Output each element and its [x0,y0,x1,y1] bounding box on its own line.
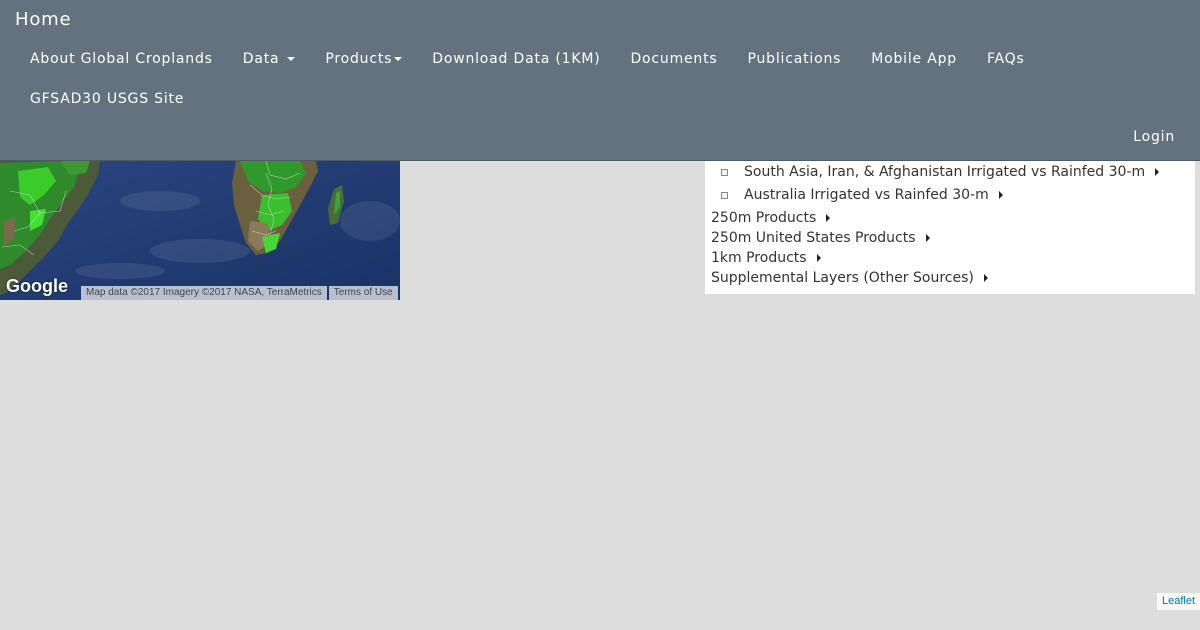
nav-download-data[interactable]: Download Data (1KM) [417,51,615,67]
layer-group-supplemental[interactable]: Supplemental Layers (Other Sources) [711,269,988,287]
leaflet-attribution-link[interactable]: Leaflet [1156,593,1200,610]
layer-item-australia[interactable]: Australia Irrigated vs Rainfed 30-m [721,186,1003,204]
nav-mobile-app[interactable]: Mobile App [856,51,972,67]
caret-right-icon [816,254,821,262]
caret-right-icon [925,234,930,242]
caret-right-icon [983,274,988,282]
nav-gfsad30-usgs-site[interactable]: GFSAD30 USGS Site [15,91,199,107]
layer-item-label: Australia Irrigated vs Rainfed 30-m [744,187,989,203]
caret-right-icon [826,214,831,222]
caret-down-icon [287,57,296,61]
terms-of-use-link[interactable]: Terms of Use [328,286,398,300]
nav-faqs-label: FAQs [986,51,1025,67]
navbar: Home About Global Croplands Data Product… [0,0,1200,161]
layer-group-label: 1km Products [711,250,807,266]
nav-download-label: Download Data (1KM) [432,51,601,67]
nav-documents[interactable]: Documents [615,51,732,67]
nav-row-secondary: GFSAD30 USGS Site [15,89,199,109]
nav-products-label: Products [325,51,393,67]
layer-group-250m-products[interactable]: 250m Products [711,209,831,227]
nav-gfsad30-label: GFSAD30 USGS Site [30,91,185,107]
login-link[interactable]: Login [1133,129,1175,145]
caret-right-icon[interactable] [998,191,1003,199]
layer-checkbox[interactable] [721,191,728,199]
nav-about-global-croplands[interactable]: About Global Croplands [15,51,228,67]
layer-item-south-asia[interactable]: South Asia, Iran, & Afghanistan Irrigate… [721,163,1160,181]
nav-publications-label: Publications [747,51,842,67]
layer-control-panel: South Asia, Iran, & Afghanistan Irrigate… [705,161,1195,294]
layer-group-label: Supplemental Layers (Other Sources) [711,270,974,286]
nav-data-dropdown[interactable]: Data [228,51,311,67]
nav-about-label: About Global Croplands [30,51,213,67]
brand-home-link[interactable]: Home [15,9,71,30]
nav-publications[interactable]: Publications [733,51,857,67]
layer-group-1km-products[interactable]: 1km Products [711,249,821,267]
layer-checkbox[interactable] [721,168,728,176]
nav-mobile-app-label: Mobile App [871,51,957,67]
layer-group-label: 250m United States Products [711,230,916,246]
caret-right-icon[interactable] [1155,168,1160,176]
map-attribution-text: Map data ©2017 Imagery ©2017 NASA, Terra… [81,286,327,300]
nav-documents-label: Documents [630,51,718,67]
nav-row-primary: About Global Croplands Data Products Dow… [15,49,1040,69]
google-logo: Google [6,276,68,296]
nav-products-dropdown[interactable]: Products [310,51,417,67]
caret-down-icon [394,57,403,61]
layer-group-label: 250m Products [711,210,817,226]
map-attribution-bar: Map data ©2017 Imagery ©2017 NASA, Terra… [81,286,398,300]
nav-data-label: Data [242,51,280,67]
layer-group-250m-us-products[interactable]: 250m United States Products [711,229,930,247]
satellite-map-tile[interactable]: Google Map data ©2017 Imagery ©2017 NASA… [0,161,400,300]
layer-item-label: South Asia, Iran, & Afghanistan Irrigate… [744,164,1146,180]
nav-faqs[interactable]: FAQs [972,51,1040,67]
